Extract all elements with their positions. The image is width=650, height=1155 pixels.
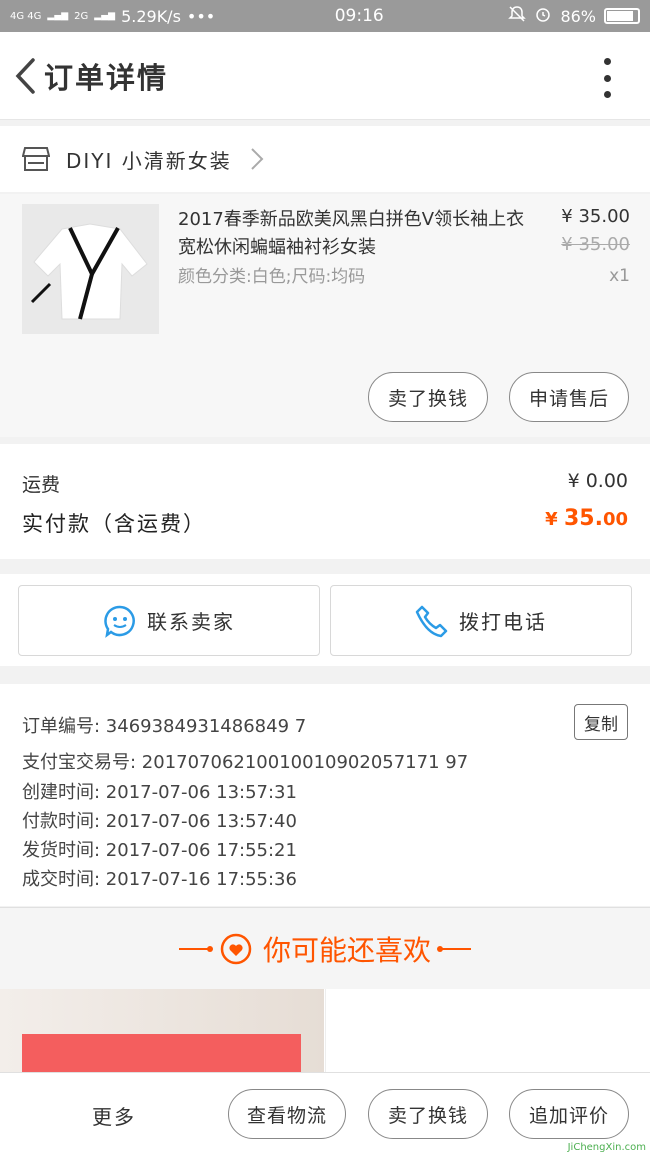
product-price: ¥ 35.00 <box>561 206 630 227</box>
order-number: 订单编号: 3469384931486849 7 <box>22 716 307 737</box>
product-title: 2017春季新品欧美风黑白拼色V领长袖上衣宽松休闲蝙蝠袖衬衫女装 <box>178 209 525 258</box>
contact-section: 联系卖家 拨打电话 <box>0 574 650 666</box>
recommend-list <box>0 989 650 1072</box>
store-icon <box>22 147 50 171</box>
more-vertical-icon <box>603 58 611 65</box>
heart-circle-icon <box>220 933 252 964</box>
back-button[interactable] <box>0 32 50 120</box>
signal-icon: ▂▄▆ <box>47 10 69 21</box>
clock: 09:16 <box>334 6 384 26</box>
product-original-price: ¥ 35.00 <box>561 234 630 255</box>
view-logistics-button[interactable]: 查看物流 <box>228 1089 346 1139</box>
chevron-right-icon <box>251 148 264 170</box>
call-button[interactable]: 拨打电话 <box>330 585 632 656</box>
call-label: 拨打电话 <box>459 610 547 634</box>
copy-button[interactable]: 复制 <box>574 704 628 740</box>
recommend-card[interactable] <box>325 989 650 1072</box>
created-time: 创建时间: 2017-07-06 13:57:31 <box>22 782 297 803</box>
bottom-action-bar: 更多 查看物流 卖了换钱 追加评价 JiChengXin.com <box>0 1072 650 1155</box>
completed-time: 成交时间: 2017-07-16 17:55:36 <box>22 869 297 890</box>
shipping-label: 运费 <box>22 474 61 496</box>
net-speed: 5.29K/s <box>121 6 181 26</box>
battery-percent: 86% <box>560 6 596 26</box>
paid-time: 付款时间: 2017-07-06 13:57:40 <box>22 811 297 832</box>
more-menu-button[interactable] <box>592 58 622 98</box>
shipping-value: ¥ 0.00 <box>567 470 628 492</box>
product-thumbnail[interactable] <box>22 204 159 334</box>
add-review-button[interactable]: 追加评价 <box>509 1089 629 1139</box>
more-button[interactable]: 更多 <box>92 1101 136 1130</box>
signal2-icon: ▂▄▆ <box>94 10 116 21</box>
sell-swap-button[interactable]: 卖了换钱 <box>368 372 488 422</box>
shop-row[interactable]: DIYI 小清新女装 <box>0 126 650 192</box>
page-title: 订单详情 <box>44 60 169 95</box>
chat-bubble-icon <box>104 605 135 638</box>
watermark: JiChengXin.com <box>567 1142 646 1153</box>
nav-bar: 订单详情 <box>0 32 650 120</box>
recommend-heading: 你可能还喜欢 <box>0 907 650 989</box>
recommend-title: 你可能还喜欢 <box>262 933 431 967</box>
alipay-number: 支付宝交易号: 20170706210010010902057171 97 <box>22 752 469 773</box>
heading-line-left <box>178 945 213 952</box>
network2-label: 2G <box>74 10 89 22</box>
after-sale-button[interactable]: 申请售后 <box>509 372 629 422</box>
heading-line-right <box>437 945 471 952</box>
shop-name: DIYI 小清新女装 <box>66 148 232 173</box>
order-info: 订单编号: 3469384931486849 7 复制 支付宝交易号: 2017… <box>0 684 650 906</box>
network-label: 4G 4G <box>10 10 42 22</box>
product-quantity: x1 <box>609 266 630 286</box>
bottom-sell-swap-button[interactable]: 卖了换钱 <box>368 1089 488 1139</box>
alarm-icon <box>534 5 552 27</box>
product-item[interactable]: 2017春季新品欧美风黑白拼色V领长袖上衣宽松休闲蝙蝠袖衬衫女装 颜色分类:白色… <box>0 194 650 437</box>
contact-seller-label: 联系卖家 <box>147 610 235 634</box>
battery-icon <box>604 8 640 24</box>
phone-icon <box>415 605 448 637</box>
shipped-time: 发货时间: 2017-07-06 17:55:21 <box>22 840 297 861</box>
fee-section: 运费 ¥ 0.00 实付款（含运费） ¥ 35.00 <box>0 444 650 559</box>
bell-off-icon <box>508 5 527 27</box>
chevron-left-icon <box>15 57 35 94</box>
more-dots: ••• <box>186 6 216 26</box>
status-bar: 4G 4G ▂▄▆ 2G ▂▄▆ 5.29K/s ••• 09:16 86% <box>0 0 650 32</box>
paid-amount: ¥ 35.00 <box>545 506 628 531</box>
recommend-card[interactable] <box>0 989 324 1072</box>
paid-label: 实付款（含运费） <box>22 512 206 536</box>
contact-seller-button[interactable]: 联系卖家 <box>18 585 320 656</box>
product-attributes: 颜色分类:白色;尺码:均码 <box>178 267 366 287</box>
